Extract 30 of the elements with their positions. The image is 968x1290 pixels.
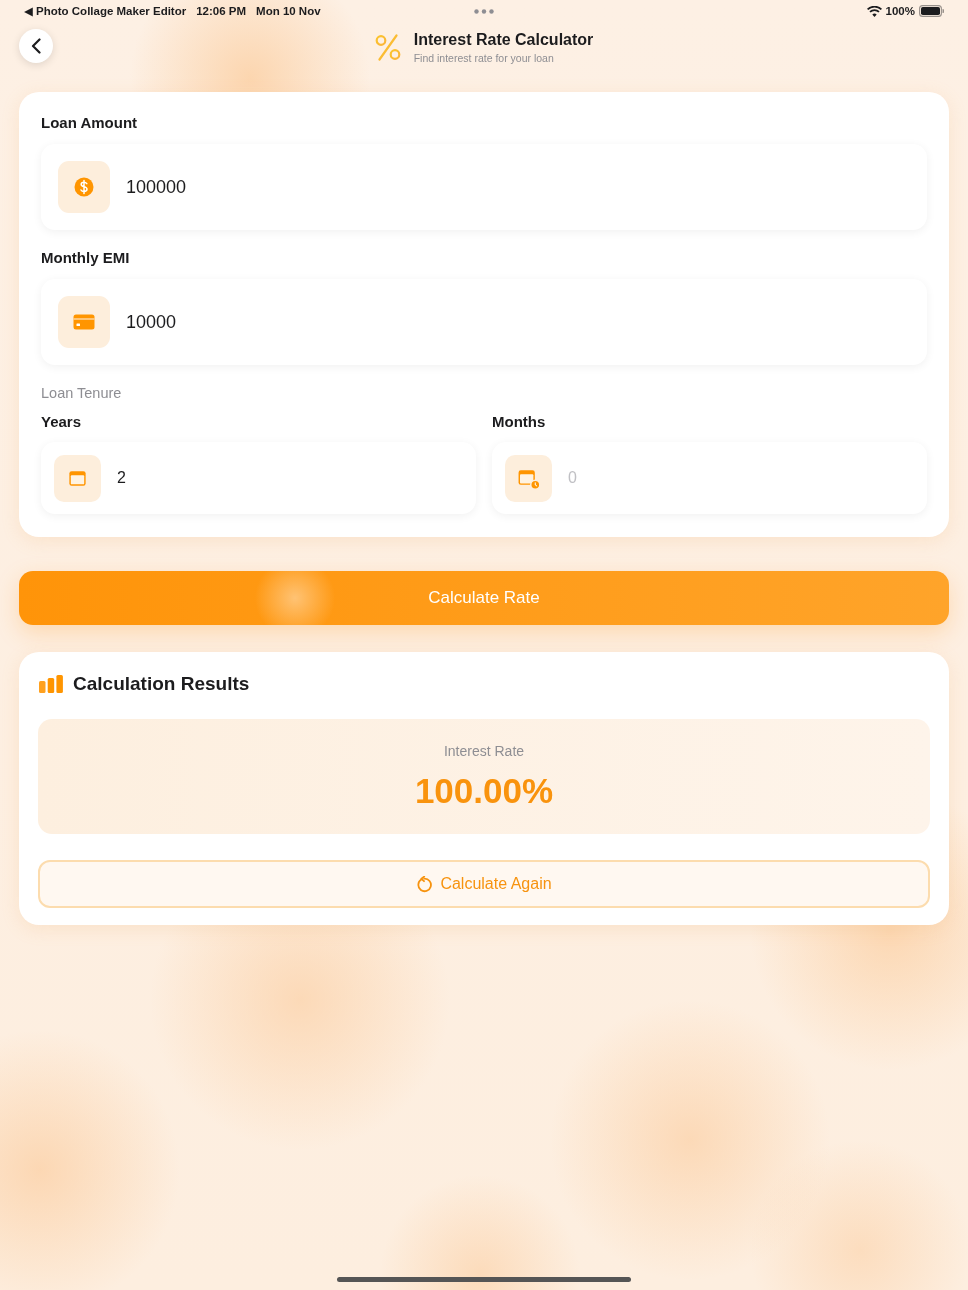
result-label: Interest Rate bbox=[443, 742, 525, 759]
refresh-icon bbox=[416, 875, 433, 893]
multitasking-dots-icon[interactable] bbox=[474, 8, 494, 14]
battery-percentage: 100% bbox=[885, 5, 915, 17]
input-field[interactable]: 0 bbox=[568, 469, 914, 487]
field-label: Monthly EMI bbox=[41, 249, 131, 267]
page-title: Interest Rate Calculator bbox=[413, 30, 594, 49]
battery-icon bbox=[919, 5, 944, 17]
back-to-app-link[interactable]: ◀ Photo Collage Maker Editor bbox=[24, 4, 187, 18]
section-label: Loan Tenure bbox=[41, 384, 123, 402]
percent-icon bbox=[374, 33, 401, 61]
calendar-badge-icon bbox=[505, 454, 552, 502]
calendar-icon bbox=[54, 454, 101, 502]
chevron-left-icon bbox=[31, 38, 41, 54]
back-button[interactable] bbox=[19, 29, 53, 63]
bar-chart-icon bbox=[39, 675, 63, 693]
field-label: Years bbox=[41, 413, 83, 431]
results-title: Calculation Results bbox=[73, 673, 250, 695]
wifi-icon bbox=[866, 5, 882, 17]
page-subtitle: Find interest rate for your loan bbox=[413, 51, 555, 64]
input-field[interactable]: 10000 bbox=[126, 311, 910, 333]
input-field[interactable]: 100000 bbox=[126, 176, 910, 198]
field-label: Months bbox=[492, 413, 547, 431]
status-date: Mon 10 Nov bbox=[256, 5, 321, 17]
field-label: Loan Amount bbox=[41, 114, 139, 132]
status-time: 12:06 PM bbox=[196, 5, 247, 17]
credit-card-icon bbox=[58, 296, 110, 348]
input-field[interactable]: 2 bbox=[117, 469, 463, 487]
result-value: 100.00% bbox=[414, 770, 554, 811]
dollar-coin-icon bbox=[58, 161, 110, 213]
